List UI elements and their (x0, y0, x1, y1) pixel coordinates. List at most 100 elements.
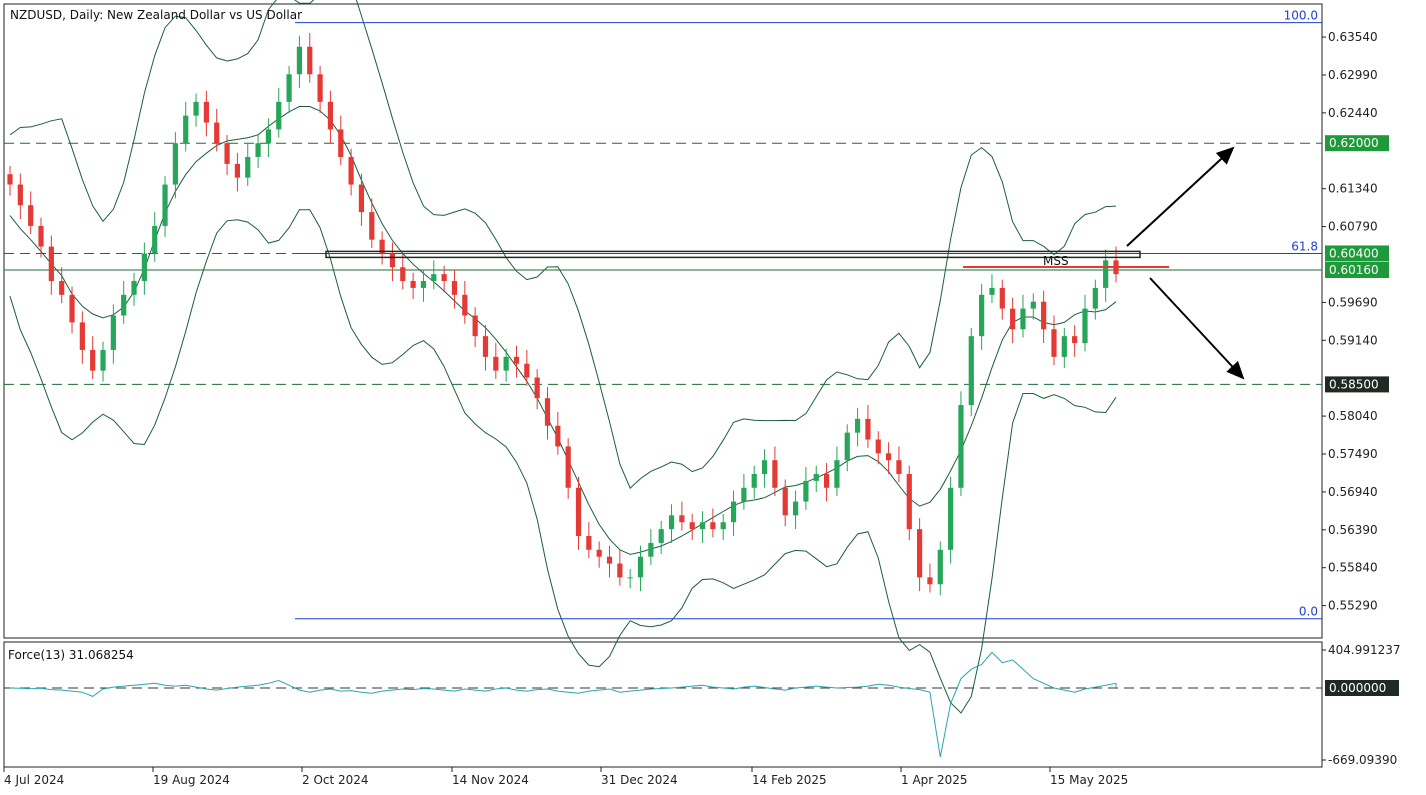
candle-body (885, 453, 892, 461)
candle-body (606, 556, 613, 564)
bearish-arrow (1149, 277, 1245, 380)
candle-body (782, 487, 788, 516)
candle-body (441, 274, 447, 282)
candle-body (410, 281, 416, 288)
candle-body (617, 563, 623, 578)
force-index-line (4, 651, 1322, 758)
candle-body (772, 460, 778, 488)
candle-body (224, 143, 230, 164)
candle-body (276, 101, 282, 130)
candle-body (834, 460, 840, 488)
candle-body (1051, 329, 1057, 357)
x-tick-label: 15 May 2025 (1050, 773, 1128, 787)
candle-body (472, 315, 478, 337)
candle-body (1092, 287, 1098, 309)
candle-body (400, 267, 406, 282)
candle-body (255, 143, 261, 157)
candle-body (741, 487, 747, 502)
y-tick-label: 0.56390 (1328, 523, 1378, 537)
candle-body (679, 515, 685, 523)
candle-body (1072, 336, 1078, 344)
candle-body (989, 287, 995, 295)
price-tag-label: 0.60400 (1329, 246, 1379, 260)
candle-body (348, 156, 354, 185)
candle-body (854, 418, 861, 433)
candle-body (575, 487, 582, 537)
x-tick-label: 31 Dec 2024 (601, 773, 678, 787)
price-tag-label: 0.62000 (1329, 136, 1379, 150)
x-tick-label: 19 Aug 2024 (153, 773, 230, 787)
price-chart[interactable]: 100.0 61.8 0.0 MSS 0.63540 0.62990 0.62440 0.… (0, 0, 1426, 795)
force-value-tag-label: 0.000000 (1329, 681, 1386, 695)
candle-body (358, 184, 365, 213)
candle-body (162, 184, 168, 226)
candle-body (307, 46, 313, 75)
main-chart-frame (3, 3, 1323, 639)
candlesticks (7, 32, 1119, 596)
candle-body (627, 577, 633, 579)
y-tick-label: 0.62440 (1328, 106, 1378, 120)
candle-body (7, 174, 13, 185)
candle-body (699, 522, 706, 530)
candle-body (451, 281, 458, 295)
candle-body (689, 522, 695, 530)
candle-body (648, 542, 654, 557)
candle-body (720, 522, 726, 530)
candle-body (803, 480, 809, 502)
y-tick-label: 0.56940 (1328, 485, 1378, 499)
candle-body (875, 439, 881, 454)
candle-body (17, 184, 23, 206)
candle-body (90, 349, 96, 371)
y-tick-label: 0.58040 (1328, 409, 1378, 423)
y-tick-label: 0.63540 (1328, 30, 1378, 44)
candle-body (658, 529, 664, 543)
candle-body (534, 377, 540, 399)
candle-body (338, 129, 344, 157)
candle-body (544, 398, 551, 426)
supply-zone-box (325, 250, 1141, 259)
x-tick-label: 4 Jul 2024 (4, 773, 64, 787)
candle-body (968, 336, 974, 406)
fibonacci-label: 61.8 (1291, 239, 1318, 253)
candle-body (503, 356, 509, 371)
x-tick-label: 2 Oct 2024 (302, 773, 369, 787)
candle-body (28, 205, 34, 226)
candle-body (317, 74, 323, 102)
candle-body (234, 163, 241, 178)
candle-body (865, 418, 871, 440)
band-upper-line (9, 0, 1117, 489)
candle-body (369, 212, 375, 240)
candle-body (565, 446, 571, 488)
x-tick-label: 1 Apr 2025 (901, 773, 968, 787)
time-axis: 4 Jul 2024 19 Aug 2024 2 Oct 2024 14 Nov 20… (3, 767, 1128, 787)
y-tick-label: 0.59690 (1328, 295, 1378, 309)
candle-body (420, 281, 427, 288)
candle-body (999, 287, 1005, 309)
candle-body (131, 281, 137, 295)
candle-body (214, 122, 220, 144)
x-tick-label: 14 Feb 2025 (752, 773, 827, 787)
force-indicator-frame (3, 641, 1323, 768)
candle-body (513, 356, 520, 364)
y-tick-label: 0.60790 (1328, 220, 1378, 234)
bollinger-bands (9, 0, 1117, 714)
candle-body (792, 501, 799, 516)
candle-body (38, 225, 44, 247)
mss-label: MSS (1043, 254, 1069, 268)
candle-body (1061, 336, 1067, 357)
y-tick-label: 0.61340 (1328, 182, 1378, 196)
candle-body (927, 577, 933, 585)
candle-body (813, 473, 819, 481)
candle-body (710, 522, 716, 530)
candle-body (121, 294, 127, 316)
candle-body (1010, 308, 1016, 330)
candle-body (462, 294, 468, 316)
fibonacci-label: 100.0 (1284, 9, 1318, 23)
y-tick-label: 0.55290 (1328, 599, 1378, 613)
candle-body (493, 356, 499, 371)
candle-body (937, 549, 943, 585)
candle-body (100, 349, 106, 371)
fibonacci-label: 0.0 (1299, 605, 1318, 619)
candle-body (917, 529, 923, 578)
y-tick-label: 0.55840 (1328, 561, 1378, 575)
